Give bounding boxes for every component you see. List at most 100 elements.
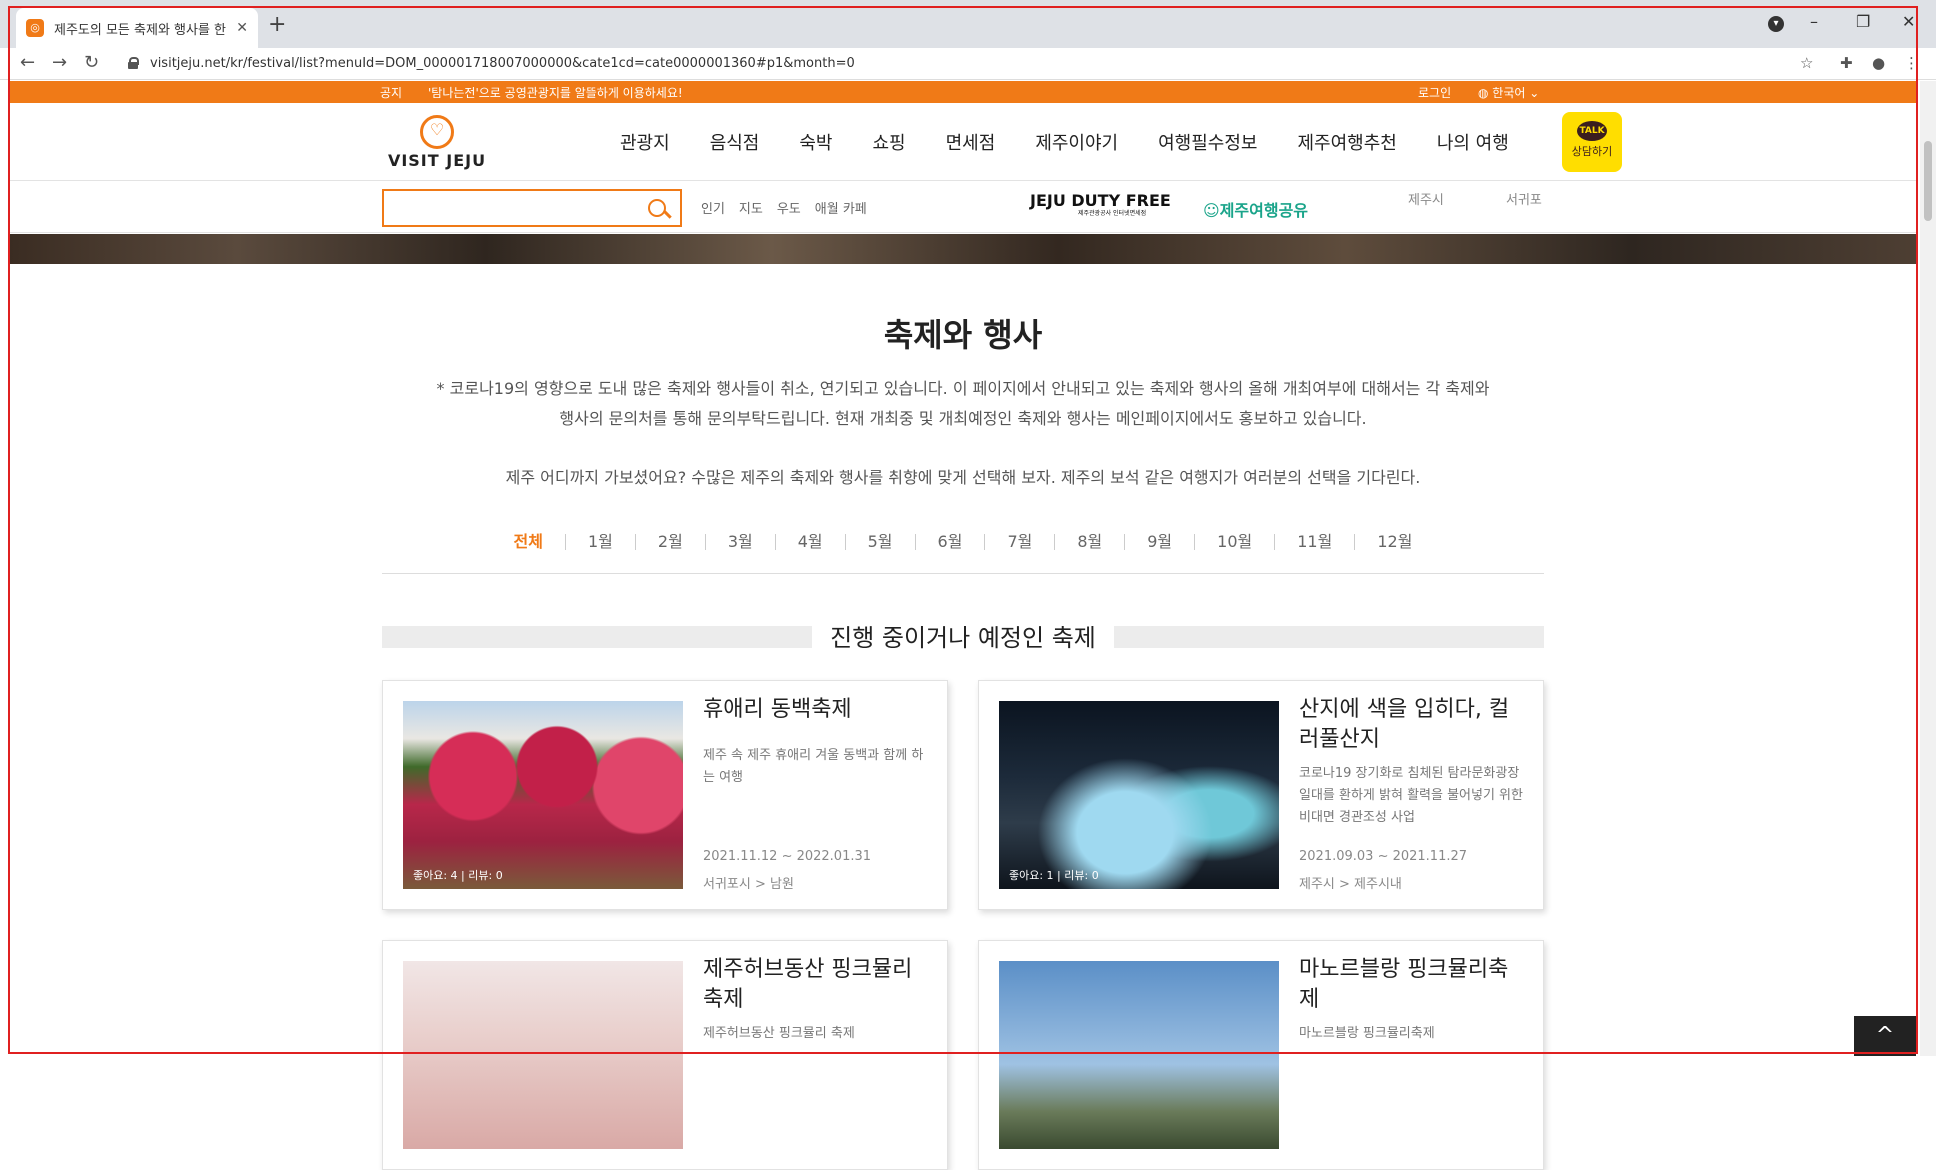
month-filter: 전체 1월 2월 3월 4월 5월 6월 7월 8월 9월 10월 11월 12… xyxy=(382,528,1544,574)
month-tab-12[interactable]: 12월 xyxy=(1354,534,1434,550)
month-tab-4[interactable]: 4월 xyxy=(774,534,845,550)
notice-label: 공지 xyxy=(380,86,403,100)
dutyfree-sub: 제주관광공사 인터넷면세점 xyxy=(1078,210,1147,217)
festival-thumbnail[interactable] xyxy=(999,961,1279,1149)
festival-summary: 마노르블랑 핑크뮬리축제 xyxy=(1299,1026,1435,1041)
month-tab-all[interactable]: 전체 xyxy=(492,534,565,550)
festival-thumbnail[interactable]: 좋아요: 4 | 리뷰: 0 xyxy=(403,701,683,889)
nav-item-travel-info[interactable]: 여행필수정보 xyxy=(1158,129,1257,155)
window-close-button[interactable]: ✕ xyxy=(1902,12,1915,31)
month-tab-1[interactable]: 1월 xyxy=(565,534,635,550)
festival-card[interactable]: 마노르블랑 핑크뮬리축제 마노르블랑 핑크뮬리축제 xyxy=(978,940,1544,1170)
share-icon: ☺ xyxy=(1203,201,1220,220)
tab-search-icon[interactable]: ▾ xyxy=(1768,16,1784,32)
month-tab-10[interactable]: 10월 xyxy=(1194,534,1274,550)
browser-tab[interactable]: ◎ 제주도의 모든 축제와 행사를 한 ✕ xyxy=(16,8,258,48)
main-nav: 관광지 음식점 숙박 쇼핑 면세점 제주이야기 여행필수정보 제주여행추천 나의… xyxy=(620,129,1509,155)
talk-bubble-icon: TALK xyxy=(1577,121,1607,141)
covid-notice-line1: * 코로나19의 영향으로 도내 많은 축제와 행사들이 취소, 연기되고 있습… xyxy=(436,379,1490,398)
chevron-down-icon: ⌄ xyxy=(1525,86,1540,100)
festival-date: 2021.09.03 ~ 2021.11.27 xyxy=(1299,849,1468,864)
visit-jeju-logo[interactable]: VISIT JEJU xyxy=(382,115,492,175)
month-tab-5[interactable]: 5월 xyxy=(844,534,915,550)
search-box xyxy=(382,189,682,227)
popular-keywords: 인기 지도 우도 애월 카페 xyxy=(701,198,867,217)
jeju-dutyfree-banner[interactable]: JEJU DUTY FREE 제주관광공사 인터넷면세점 xyxy=(1030,193,1180,223)
month-tab-2[interactable]: 2월 xyxy=(634,534,705,550)
festival-thumbnail[interactable]: 좋아요: 1 | 리뷰: 0 xyxy=(999,701,1279,889)
jeju-share-banner[interactable]: ☺제주여행공유 xyxy=(1203,197,1308,221)
page-scrollbar[interactable] xyxy=(1920,81,1936,1056)
festival-summary: 제주 속 제주 휴애리 겨울 동백과 함께 하는 여행 xyxy=(703,748,924,785)
keyword-popular[interactable]: 인기 xyxy=(701,198,725,217)
login-link[interactable]: 로그인 xyxy=(1418,84,1451,101)
festival-thumbnail[interactable] xyxy=(403,961,683,1149)
nav-item-recommend[interactable]: 제주여행추천 xyxy=(1297,129,1396,155)
nav-item-my-trip[interactable]: 나의 여행 xyxy=(1437,129,1509,155)
festival-location: 제주시 > 제주시내 xyxy=(1299,877,1402,892)
keyword-map[interactable]: 지도 xyxy=(739,198,763,217)
region-seogwipo[interactable]: 서귀포 xyxy=(1506,189,1542,208)
nav-item-attractions[interactable]: 관광지 xyxy=(620,129,670,155)
reload-icon[interactable]: ↻ xyxy=(84,52,99,73)
festival-card[interactable]: 좋아요: 1 | 리뷰: 0 산지에 색을 입히다, 컬러풀산지 코로나19 장… xyxy=(978,680,1544,910)
scroll-to-top-button[interactable]: ^ xyxy=(1854,1016,1916,1056)
profile-icon[interactable]: ● xyxy=(1872,54,1885,72)
month-tab-11[interactable]: 11월 xyxy=(1274,534,1354,550)
bookmark-star-icon[interactable]: ☆ xyxy=(1800,54,1813,72)
festival-title[interactable]: 제주허브동산 핑크뮬리 축제 xyxy=(703,955,928,1015)
month-tab-3[interactable]: 3월 xyxy=(704,534,775,550)
nav-item-restaurants[interactable]: 음식점 xyxy=(710,129,760,155)
url-field[interactable]: visitjeju.net/kr/festival/list?menuId=DO… xyxy=(116,50,1816,76)
hero-image-strip xyxy=(8,234,1918,264)
scrollbar-thumb[interactable] xyxy=(1924,141,1932,221)
browser-window: ◎ 제주도의 모든 축제와 행사를 한 ✕ + ▾ – ❐ ✕ ← → ↻ vi… xyxy=(0,0,1936,1170)
globe-icon: ◍ xyxy=(1478,86,1493,100)
nav-item-jeju-story[interactable]: 제주이야기 xyxy=(1035,129,1118,155)
intro-text: 제주 어디까지 가보셨어요? 수많은 제주의 축제와 행사를 취향에 맞게 선택… xyxy=(505,468,1421,487)
new-tab-button[interactable]: + xyxy=(268,12,286,37)
search-input[interactable] xyxy=(384,191,634,225)
dutyfree-title: JEJU DUTY FREE xyxy=(1030,191,1171,210)
language-label: 한국어 xyxy=(1492,86,1526,100)
festival-location: 서귀포시 > 남원 xyxy=(703,877,794,892)
minimize-button[interactable]: – xyxy=(1810,12,1818,31)
region-jeju-city[interactable]: 제주시 xyxy=(1408,189,1444,208)
address-bar: ← → ↻ visitjeju.net/kr/festival/list?men… xyxy=(0,48,1936,80)
kakao-talk-button[interactable]: TALK 상담하기 xyxy=(1562,112,1622,172)
nav-item-accommodation[interactable]: 숙박 xyxy=(799,129,832,155)
likes-reviews-stat: 좋아요: 1 | 리뷰: 0 xyxy=(1009,869,1099,882)
covid-notice-line2: 행사의 문의처를 통해 문의부탁드립니다. 현재 개최중 및 개최예정인 축제와… xyxy=(559,409,1367,428)
covid-notice: * 코로나19의 영향으로 도내 많은 축제와 행사들이 취소, 연기되고 있습… xyxy=(382,374,1544,434)
language-selector[interactable]: ◍ 한국어 ⌄ xyxy=(1478,84,1539,101)
keyword-udo[interactable]: 우도 xyxy=(777,198,801,217)
festival-card[interactable]: 좋아요: 4 | 리뷰: 0 휴애리 동백축제 제주 속 제주 휴애리 겨울 동… xyxy=(382,680,948,910)
back-icon[interactable]: ← xyxy=(20,52,35,73)
notice-link[interactable]: '탐나는전'으로 공영관광지를 알뜰하게 이용하세요! xyxy=(428,84,683,101)
keyword-aewol-cafe[interactable]: 애월 카페 xyxy=(815,198,867,217)
festival-card[interactable]: 제주허브동산 핑크뮬리 축제 제주허브동산 핑크뮬리 축제 xyxy=(382,940,948,1170)
nav-item-shopping[interactable]: 쇼핑 xyxy=(873,129,906,155)
festival-summary: 제주허브동산 핑크뮬리 축제 xyxy=(703,1026,855,1041)
nav-item-dutyfree[interactable]: 면세점 xyxy=(946,129,996,155)
close-tab-icon[interactable]: ✕ xyxy=(236,20,248,36)
logo-text: VISIT JEJU xyxy=(387,151,487,170)
page-title: 축제와 행사 xyxy=(883,316,1043,354)
restore-button[interactable]: ❐ xyxy=(1856,12,1870,31)
month-tab-9[interactable]: 9월 xyxy=(1124,534,1194,550)
festival-summary: 코로나19 장기화로 침체된 탐라문화광장 일대를 환하게 밝혀 활력을 불어넣… xyxy=(1299,766,1523,825)
forward-icon[interactable]: → xyxy=(52,52,67,73)
festival-title[interactable]: 휴애리 동백축제 xyxy=(703,695,928,725)
menu-icon[interactable]: ⋮ xyxy=(1904,54,1919,72)
month-tab-6[interactable]: 6월 xyxy=(914,534,985,550)
section-title: 진행 중이거나 예정인 축제 xyxy=(830,624,1096,652)
month-tab-8[interactable]: 8월 xyxy=(1054,534,1124,550)
extensions-icon[interactable]: ✚ xyxy=(1840,54,1853,72)
festival-title[interactable]: 산지에 색을 입히다, 컬러풀산지 xyxy=(1299,695,1524,755)
site-header: VISIT JEJU 관광지 음식점 숙박 쇼핑 면세점 제주이야기 여행필수정… xyxy=(8,103,1918,181)
search-icon[interactable] xyxy=(646,197,672,223)
month-tab-7[interactable]: 7월 xyxy=(984,534,1054,550)
search-row: 인기 지도 우도 애월 카페 JEJU DUTY FREE 제주관광공사 인터넷… xyxy=(8,181,1918,233)
festival-title[interactable]: 마노르블랑 핑크뮬리축제 xyxy=(1299,955,1524,1015)
likes-reviews-stat: 좋아요: 4 | 리뷰: 0 xyxy=(413,869,503,882)
